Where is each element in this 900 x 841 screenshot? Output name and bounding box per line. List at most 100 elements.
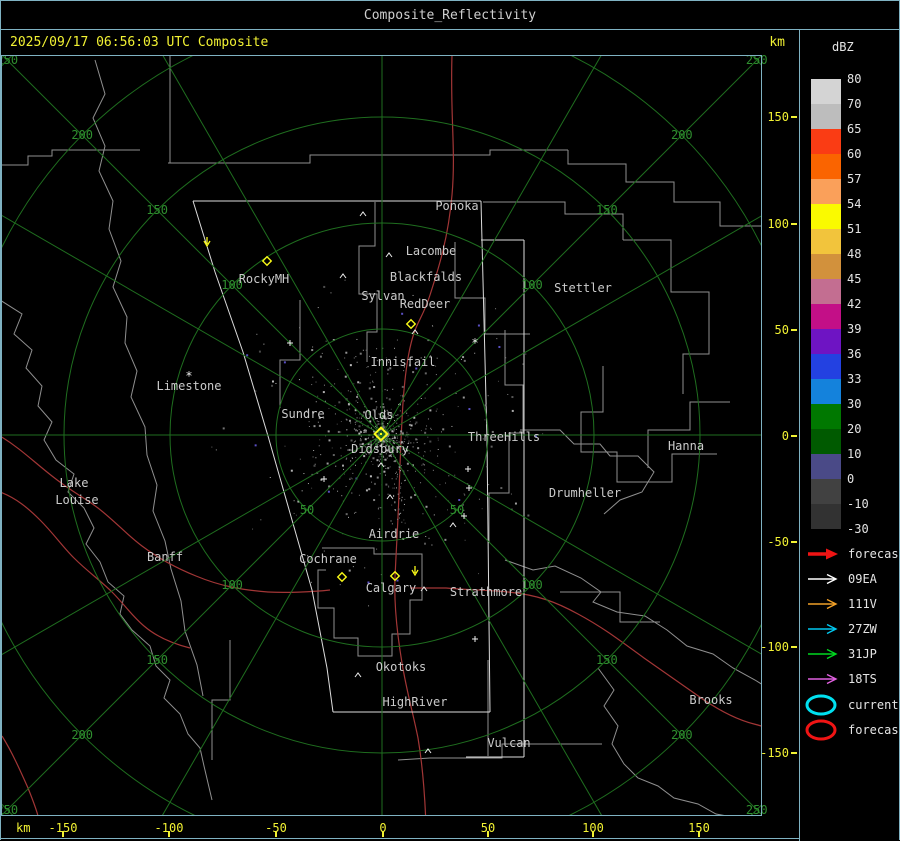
bottom-axis-tick — [275, 831, 277, 837]
arrow-down-marker — [411, 566, 419, 577]
map-markers: ** — [185, 211, 479, 754]
right-axis-tick — [791, 329, 797, 331]
city-label-hanna: Hanna — [668, 439, 704, 453]
ring-label-150-NE: 150 — [596, 203, 618, 217]
right-axis-tick — [791, 646, 797, 648]
city-label-highriver: HighRiver — [382, 695, 447, 709]
radar-map-canvas[interactable]: 50 50 100 100 100 100 150 150 150 150 200 200 200 200… — [0, 54, 799, 816]
city-label-strathmore: Strathmore — [450, 585, 522, 599]
scale-value-label: 45 — [847, 272, 862, 286]
map-units-label-top: km — [769, 34, 785, 50]
city-label-lacombe: Lacombe — [406, 244, 457, 258]
scale-block-70 — [811, 104, 841, 129]
city-label-okotoks: Okotoks — [376, 660, 427, 674]
city-label-vulcan: Vulcan — [487, 736, 530, 750]
scale-block-48 — [811, 254, 841, 279]
right-axis-label: -100 — [760, 640, 789, 654]
town-caret-marker — [354, 672, 362, 678]
scale-value-label: 54 — [847, 197, 862, 211]
ring-label-150-SE: 150 — [596, 653, 618, 667]
ring-label-150-SW: 150 — [146, 653, 168, 667]
city-label-limestone: Limestone — [156, 379, 221, 393]
scale-block-51 — [811, 229, 841, 254]
town-caret-marker — [386, 494, 394, 500]
ring-label-200-NE: 200 — [671, 128, 693, 142]
radar-map-area[interactable]: 50 50 100 100 100 100 150 150 150 150 200 200 200 200… — [0, 54, 799, 816]
town-caret-marker — [449, 522, 457, 528]
scale-block-30 — [811, 404, 841, 429]
city-label-olds: Olds — [365, 408, 394, 422]
town-asterisk-marker: * — [471, 336, 478, 350]
scale-value-label: 36 — [847, 347, 862, 361]
scale-block-54 — [811, 204, 841, 229]
scale-block-20 — [811, 429, 841, 454]
window-title: Composite_Reflectivity — [363, 7, 537, 23]
city-label-cochrane: Cochrane — [299, 552, 357, 566]
legend-label-27ZW: 27ZW — [848, 622, 878, 636]
city-label-drumheller: Drumheller — [549, 486, 621, 500]
radial-line-240 — [162, 434, 383, 815]
scale-block-65 — [811, 129, 841, 154]
ring-label-50-SE: 50 — [450, 503, 464, 517]
right-axis: 150 100 50 0 -50 -100 -150 — [760, 110, 797, 760]
city-label-stettler: Stettler — [554, 281, 612, 295]
legend-label-18TS: 18TS — [848, 672, 877, 686]
product-info-bar: 2025/09/17 06:56:03 UTC Composite km — [0, 30, 799, 54]
city-label-innisfail: Innisfail — [370, 355, 435, 369]
town-caret-marker — [411, 329, 419, 335]
ring-label-100-SE: 100 — [521, 578, 543, 592]
town-caret-marker — [339, 273, 347, 279]
town-caret-marker — [359, 211, 367, 217]
city-label-calgary: Calgary — [366, 581, 417, 595]
legend-panel: dBZ 80 70 65 60 57 54 51 48 45 42 39 36 33 30 20 10 0 -10… — [799, 30, 900, 841]
city-label-sylvan: Sylvan — [361, 289, 404, 303]
city-label-threehills: ThreeHills — [468, 430, 540, 444]
bottom-axis-bar: km -150 -100 -50 0 50 100 150 — [0, 816, 900, 841]
scale-block-60 — [811, 154, 841, 179]
town-plus-marker — [321, 476, 327, 482]
scale-value-label: 0 — [847, 472, 855, 486]
city-label-banff: Banff — [147, 550, 183, 564]
bottom-axis-tick — [382, 831, 384, 837]
scale-block--10 — [811, 504, 841, 529]
ring-label-100-NE: 100 — [521, 278, 543, 292]
legend-label-ellipse-forecast: forecast — [848, 723, 900, 737]
map-units-label-bottom: km — [16, 821, 31, 835]
town-plus-marker — [465, 466, 471, 472]
frame-divider-top — [0, 29, 900, 30]
city-label-blackfalds: Blackfalds — [390, 270, 462, 284]
legend-label-31JP: 31JP — [848, 647, 877, 661]
legend-label-111V: 111V — [848, 597, 877, 611]
scale-block-39 — [811, 329, 841, 354]
city-label-airdrie: Airdrie — [369, 527, 420, 541]
frame-left-edge — [0, 30, 1, 840]
right-axis-label: 0 — [782, 429, 789, 443]
right-axis-tick — [791, 116, 797, 118]
right-axis-label: 100 — [767, 217, 789, 231]
frame-bottom-line — [0, 838, 900, 839]
scale-block-42 — [811, 304, 841, 329]
radial-line-120 — [162, 56, 383, 436]
bottom-axis-tick — [698, 831, 700, 837]
city-label-louise: Louise — [55, 493, 98, 507]
city-label-ponoka: Ponoka — [435, 199, 478, 213]
scale-value-label: 65 — [847, 122, 862, 136]
scale-value-label: 39 — [847, 322, 862, 336]
scale-value-label: 80 — [847, 72, 862, 86]
right-axis-label: -50 — [767, 535, 789, 549]
scale-value-label: 20 — [847, 422, 862, 436]
city-label-lake: Lake — [60, 476, 89, 490]
right-axis-tick — [791, 752, 797, 754]
product-timestamp: 2025/09/17 06:56:03 UTC Composite — [10, 34, 269, 50]
scale-block-10 — [811, 454, 841, 479]
legend-label-ellipse-current: current — [848, 698, 899, 712]
scale-value-label: 51 — [847, 222, 862, 236]
radial-line-300 — [381, 434, 602, 815]
bottom-axis-tick — [592, 831, 594, 837]
right-axis-label: -150 — [760, 746, 789, 760]
radial-line-330 — [381, 434, 761, 655]
bottom-axis-tick — [487, 831, 489, 837]
ring-label-250-SW: 250 — [0, 803, 18, 816]
scale-value-label: 42 — [847, 297, 862, 311]
scale-block-0 — [811, 479, 841, 504]
